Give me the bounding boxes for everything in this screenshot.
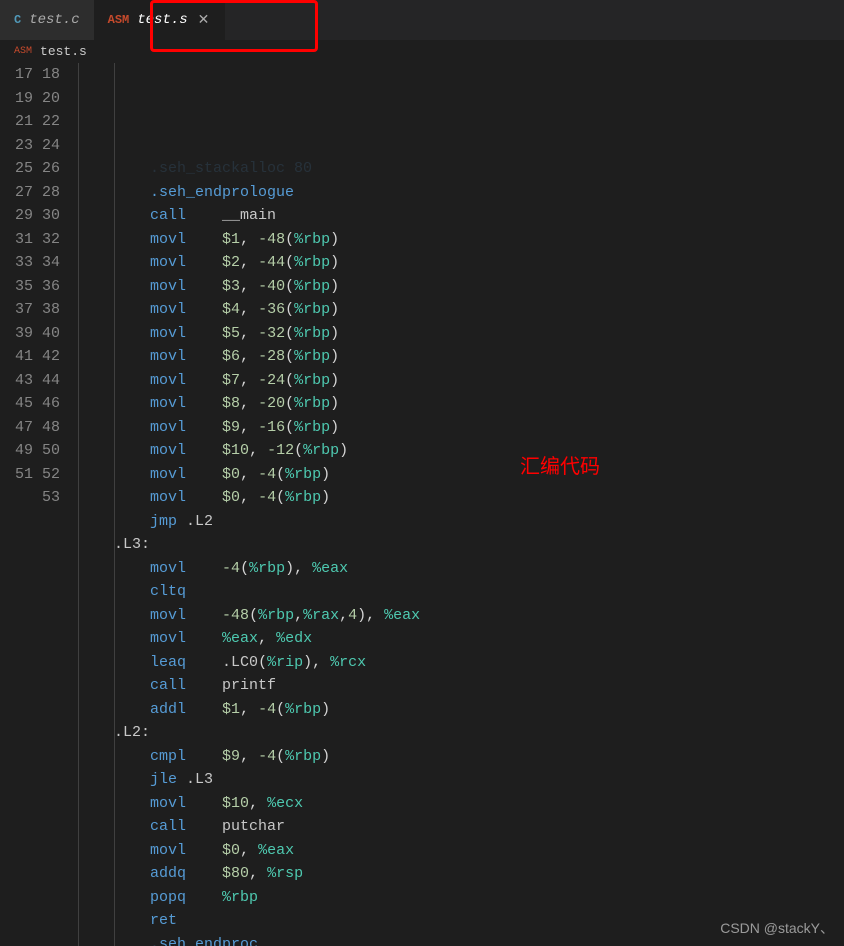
tab-test-c[interactable]: Ctest.c bbox=[0, 0, 94, 40]
code-line[interactable]: movl -4(%rbp), %eax bbox=[78, 557, 844, 581]
code-line[interactable]: leaq .LC0(%rip), %rcx bbox=[78, 651, 844, 675]
editor-root: { "tabs": [ {"lang_label":"C","lang_clas… bbox=[0, 0, 844, 946]
code-line[interactable]: movl $2, -44(%rbp) bbox=[78, 251, 844, 275]
tab-label: test.c bbox=[29, 12, 79, 28]
code-line[interactable]: movl $0, -4(%rbp) bbox=[78, 486, 844, 510]
code-line[interactable]: movl $0, -4(%rbp) bbox=[78, 463, 844, 487]
code-line[interactable]: call printf bbox=[78, 674, 844, 698]
tab-test-s[interactable]: ASM test.s ✕ bbox=[94, 0, 226, 40]
code-line[interactable]: jle .L3 bbox=[78, 768, 844, 792]
code-line[interactable]: cltq bbox=[78, 580, 844, 604]
code-line[interactable]: movl $1, -48(%rbp) bbox=[78, 228, 844, 252]
editor-area[interactable]: 17 18 19 20 21 22 23 24 25 26 27 28 29 3… bbox=[0, 63, 844, 946]
code-line[interactable]: .L2: bbox=[78, 721, 844, 745]
code-line[interactable]: .seh_endprologue bbox=[78, 181, 844, 205]
code-line[interactable]: call __main bbox=[78, 204, 844, 228]
code-line[interactable]: movl %eax, %edx bbox=[78, 627, 844, 651]
tab-label: test.s bbox=[137, 12, 187, 28]
file-lang-icon: C bbox=[14, 13, 21, 27]
breadcrumb: ASM test.s bbox=[0, 40, 844, 63]
code-line[interactable]: movl $6, -28(%rbp) bbox=[78, 345, 844, 369]
code-line[interactable]: movl $7, -24(%rbp) bbox=[78, 369, 844, 393]
line-number-gutter: 17 18 19 20 21 22 23 24 25 26 27 28 29 3… bbox=[0, 63, 78, 946]
code-line[interactable]: movl $4, -36(%rbp) bbox=[78, 298, 844, 322]
tab-bar: Ctest.c ASM test.s ✕ bbox=[0, 0, 844, 40]
code-line[interactable]: movl $3, -40(%rbp) bbox=[78, 275, 844, 299]
code-line[interactable]: movl $10, %ecx bbox=[78, 792, 844, 816]
file-lang-icon: ASM bbox=[108, 13, 130, 27]
code-line[interactable]: addq $80, %rsp bbox=[78, 862, 844, 886]
code-line[interactable]: movl $8, -20(%rbp) bbox=[78, 392, 844, 416]
file-lang-icon: ASM bbox=[14, 46, 32, 57]
indent-guide bbox=[78, 63, 79, 946]
close-icon[interactable]: ✕ bbox=[196, 12, 212, 29]
annotation-label: 汇编代码 bbox=[520, 450, 600, 479]
code-line[interactable]: .seh_stackalloc 80 bbox=[78, 157, 844, 181]
watermark: CSDN @stackY、 bbox=[720, 918, 834, 938]
code-line[interactable]: movl $0, %eax bbox=[78, 839, 844, 863]
code-line[interactable]: movl $9, -16(%rbp) bbox=[78, 416, 844, 440]
indent-guide bbox=[114, 63, 115, 946]
breadcrumb-file[interactable]: test.s bbox=[40, 44, 87, 59]
code-line[interactable]: movl -48(%rbp,%rax,4), %eax bbox=[78, 604, 844, 628]
code-line[interactable]: cmpl $9, -4(%rbp) bbox=[78, 745, 844, 769]
code-line[interactable]: .L3: bbox=[78, 533, 844, 557]
code-content[interactable]: .seh_stackalloc 80 .seh_endprologue call… bbox=[78, 63, 844, 946]
code-line[interactable]: movl $10, -12(%rbp) bbox=[78, 439, 844, 463]
code-line[interactable]: popq %rbp bbox=[78, 886, 844, 910]
code-line[interactable]: movl $5, -32(%rbp) bbox=[78, 322, 844, 346]
code-line[interactable]: jmp .L2 bbox=[78, 510, 844, 534]
code-line[interactable]: addl $1, -4(%rbp) bbox=[78, 698, 844, 722]
code-line[interactable]: call putchar bbox=[78, 815, 844, 839]
